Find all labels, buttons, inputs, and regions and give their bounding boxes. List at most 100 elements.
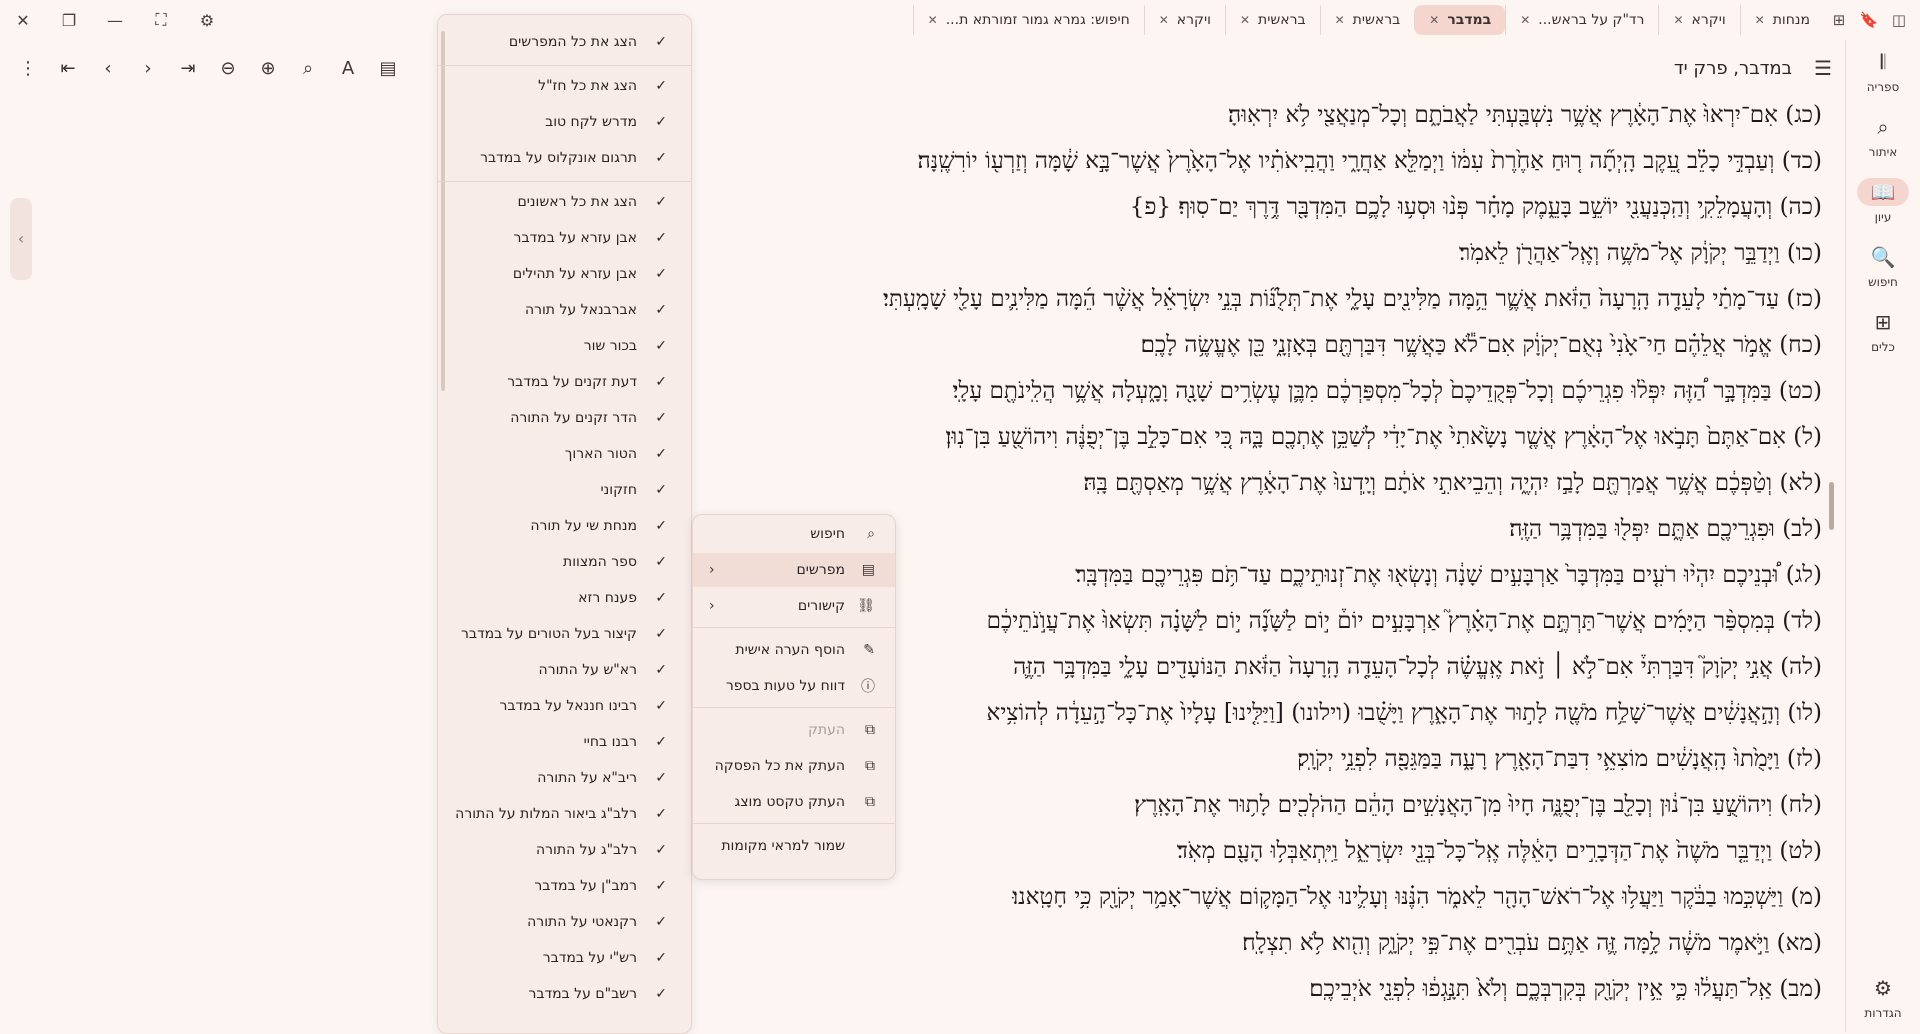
verse-line[interactable]: (מא) וַיֹּ֣אמֶר מֹשֶׁ֔ה לָ֥מָּה זֶּ֛ה אַ…	[0, 930, 1822, 956]
commentator-option[interactable]: ✓ אברבנאל על תורה	[438, 295, 691, 325]
commentator-option[interactable]: ✓ חזקוני	[438, 475, 691, 505]
content-scrollbar[interactable]	[1829, 482, 1834, 530]
rail-item-3[interactable]: 🔍 חיפוש	[1846, 243, 1920, 289]
commentator-option[interactable]: ✓ הצג את כל חז"ל	[438, 71, 691, 101]
fullscreen-icon[interactable]: ⛶	[138, 10, 184, 30]
commentator-option[interactable]: ✓ הטור הארוך	[438, 439, 691, 469]
close-tab-icon[interactable]: ✕	[1673, 13, 1683, 27]
first-page-icon[interactable]: ⇤	[48, 58, 88, 79]
tab-item[interactable]: רד"ק על בראש... ✕	[1505, 5, 1658, 35]
close-tab-icon[interactable]: ✕	[1429, 13, 1439, 27]
commentator-option[interactable]: ✓ קיצור בעל הטורים על במדבר	[438, 619, 691, 649]
verse-line[interactable]: (לא) וְטַ֨פְּכֶ֔ם אֲשֶׁ֥ר אֲמַרְתֶּ֖ם לָ…	[0, 470, 1822, 496]
verse-line[interactable]: (כט) בַּמִּדְבָּ֣ר הַ֠זֶּה יִפְּל֨וּ פִג…	[0, 378, 1822, 404]
sidebar-toggle-icon[interactable]: ◫	[1884, 11, 1914, 29]
tab-item[interactable]: במדבר ✕	[1414, 5, 1506, 35]
verse-line[interactable]: (לד) בְּמִסְפַּ֨ר הַיָּמִ֜ים אֲשֶׁר־תַּר…	[0, 608, 1822, 634]
verse-line[interactable]: (לח) וִיהוֹשֻׁ֣עַ בִּן־נ֔וּן וְכָלֵ֖ב בֶ…	[0, 792, 1822, 818]
tab-item[interactable]: מנחות ✕	[1739, 5, 1824, 35]
commentator-option[interactable]: ✓ רלב"ג ביאור המלות על התורה	[438, 799, 691, 829]
new-tab-icon[interactable]: ⊞	[1824, 11, 1854, 29]
commentator-option[interactable]: ✓ תרגום אונקלוס על במדבר	[438, 143, 691, 173]
commentator-option[interactable]: ✓ דעת זקנים על במדבר	[438, 367, 691, 397]
last-page-icon[interactable]: ⇥	[168, 58, 208, 79]
verse-line[interactable]: (כד) וְעַבְדִּ֣י כָלֵ֗ב עֵ֚קֶב הָֽיְתָ֞ה…	[0, 148, 1822, 174]
close-tab-icon[interactable]: ✕	[1240, 13, 1250, 27]
commentator-option[interactable]: ✓ ריב"א על התורה	[438, 763, 691, 793]
search-icon[interactable]: ⌕	[288, 58, 328, 79]
tab-item[interactable]: ויקרא ✕	[1658, 5, 1739, 35]
commentator-option[interactable]: ✓ רלב"ג על התורה	[438, 835, 691, 865]
zoom-in-icon[interactable]: ⊕	[248, 58, 288, 79]
next-icon[interactable]: ›	[128, 58, 168, 79]
settings-gear-icon[interactable]: ⚙	[184, 11, 230, 30]
verse-line[interactable]: (לט) וַיְדַבֵּ֤ר מֹשֶׁה֙ אֶת־הַדְּבָרִ֣י…	[0, 838, 1822, 864]
restore-window-icon[interactable]: ❐	[46, 11, 92, 30]
panel-toggle-icon[interactable]: ▤	[368, 58, 408, 79]
verse-line[interactable]: (ל) אִם־אַתֶּם֙ תָּבֹ֣אוּ אֶל־הָאָ֔רֶץ א…	[0, 424, 1823, 450]
verse-line[interactable]: (כז) עַד־מָתַ֗י לָעֵדָ֤ה הָֽרָעָה֙ הַזֹּ…	[0, 286, 1822, 312]
rail-item-4[interactable]: ⊞ כלים	[1846, 308, 1920, 354]
minimize-window-icon[interactable]: —	[92, 11, 138, 30]
commentator-option[interactable]: ✓ ספר המצוות	[438, 547, 691, 577]
commentator-option[interactable]: ✓ בכור שור	[438, 331, 691, 361]
verse-line[interactable]: (כג) אִם־יִרְאוּ֙ אֶת־הָאָ֔רֶץ אֲשֶׁ֥ר נ…	[0, 102, 1822, 128]
close-tab-icon[interactable]: ✕	[1755, 13, 1765, 27]
checkmark-icon: ✓	[655, 338, 667, 354]
verse-line[interactable]: (לו) וְהָ֣אֲנָשִׁ֔ים אֲשֶׁר־שָׁלַ֥ח מֹשֶ…	[0, 700, 1822, 726]
commentator-option[interactable]: ✓ הצג את כל ראשונים	[438, 187, 691, 217]
context-menu-item[interactable]: שמור למראי מקומות	[693, 829, 895, 863]
context-menu-item[interactable]: ⌕ חיפוש	[693, 517, 895, 551]
tab-item[interactable]: חיפוש: גמרא גמור זמורתא ת... ✕	[912, 5, 1144, 35]
context-menu-label: העתק טקסט מוצג	[734, 794, 845, 810]
commentator-option[interactable]: ✓ רבינו חננאל על במדבר	[438, 691, 691, 721]
rail-item-1[interactable]: ⌕ איתור	[1846, 113, 1920, 159]
close-tab-icon[interactable]: ✕	[1520, 13, 1530, 27]
close-window-icon[interactable]: ✕	[0, 11, 46, 30]
context-menu-item[interactable]: ⛓ קישורים ‹	[693, 589, 895, 623]
rail-item-2[interactable]: 📖 עיון	[1846, 178, 1920, 224]
tab-item[interactable]: בראשית ✕	[1319, 5, 1415, 35]
commentator-option[interactable]: ✓ רבנו בחיי	[438, 727, 691, 757]
commentator-option[interactable]: ✓ רמב"ן על במדבר	[438, 871, 691, 901]
close-tab-icon[interactable]: ✕	[1159, 13, 1169, 27]
rail-item-settings[interactable]: ⚙ הגדרות	[1846, 974, 1920, 1020]
context-menu-item[interactable]: ⓘ דווח על טעות בספר	[693, 669, 895, 703]
verse-line[interactable]: (כה) וְהָעֲמָלֵקִ֥י וְהַֽכְּנַעֲנִ֖י יוֹ…	[0, 194, 1822, 220]
close-tab-icon[interactable]: ✕	[928, 13, 938, 27]
previous-icon[interactable]: ‹	[88, 58, 128, 79]
context-menu-item: ⧉ העתק	[693, 713, 895, 747]
context-menu-item[interactable]: ⧉ העתק את כל הפסקה	[693, 749, 895, 783]
verse-line[interactable]: (לז) וַיָּמֻ֙תוּ֙ הָֽאֲנָשִׁ֔ים מוֹצִאֵ֥…	[0, 746, 1822, 772]
commentator-option[interactable]: ✓ רא"ש על התורה	[438, 655, 691, 685]
commentator-option[interactable]: ✓ אבן עזרא על במדבר	[438, 223, 691, 253]
commentator-option[interactable]: ✓ מדרש לקח טוב	[438, 107, 691, 137]
context-menu-item[interactable]: ✎ הוסף הערה אישית	[693, 633, 895, 667]
context-menu-item[interactable]: ⧉ העתק טקסט מוצג	[693, 785, 895, 819]
verse-line[interactable]: (מ) וַיַּשְׁכִּ֣מוּ בַבֹּ֔קֶר וַיַּעֲל֥ו…	[0, 884, 1822, 910]
commentator-option[interactable]: ✓ מנחת שי על תורה	[438, 511, 691, 541]
zoom-out-icon[interactable]: ⊖	[208, 58, 248, 79]
tab-item[interactable]: ויקרא ✕	[1143, 5, 1225, 35]
close-tab-icon[interactable]: ✕	[1335, 13, 1345, 27]
verse-line[interactable]: (לה) אֲנִ֣י יְקֹוָק֮ דִּבַּרְתִּי֒ אִם־ל…	[0, 654, 1822, 680]
commentator-option[interactable]: ✓ רשב"ם על במדבר	[438, 979, 691, 1009]
verse-line[interactable]: (מב) אַֽל־תַּעֲל֔וּ כִּ֛י אֵ֥ין יְקֹוָ֖ק…	[0, 976, 1822, 1002]
commentator-option[interactable]: ✓ הצג את כל המפרשים	[438, 27, 691, 57]
more-options-icon[interactable]: ⋮	[8, 58, 48, 79]
tab-item[interactable]: בראשית ✕	[1224, 5, 1320, 35]
text-style-icon[interactable]: A	[328, 58, 368, 79]
hamburger-menu-icon[interactable]: ☰	[1814, 56, 1832, 80]
commentator-option[interactable]: ✓ הדר זקנים על התורה	[438, 403, 691, 433]
commentator-option[interactable]: ✓ אבן עזרא על תהילים	[438, 259, 691, 289]
bookmark-icon[interactable]: 🔖	[1854, 11, 1884, 29]
commentator-option[interactable]: ✓ רש"י על במדבר	[438, 943, 691, 973]
rail-item-0[interactable]: 𝄃 ספריה	[1846, 48, 1920, 94]
verse-line[interactable]: (כו) וַיְדַבֵּ֣ר יְקֹוָ֔ק אֶל־מֹשֶׁ֥ה וְ…	[0, 240, 1822, 266]
verse-line[interactable]: (לג) וּ֠בְנֵיכֶם יִהְי֨וּ רֹעִ֤ים בַּמִּ…	[0, 562, 1822, 588]
commentator-option[interactable]: ✓ רקנאטי על התורה	[438, 907, 691, 937]
verse-line[interactable]: (לב) וּפִגְרֵיכֶ֖ם אַתֶּ֑ם יִפְּל֖וּ בַּ…	[0, 516, 1822, 542]
commentator-option[interactable]: ✓ פענח רזא	[438, 583, 691, 613]
context-menu-item[interactable]: ▤ מפרשים ‹	[693, 553, 895, 587]
verse-line[interactable]: (כח) אֱמֹ֣ר אֲלֵהֶ֗ם חַי־אָ֙נִי֙ נְאֻם־י…	[0, 332, 1822, 358]
